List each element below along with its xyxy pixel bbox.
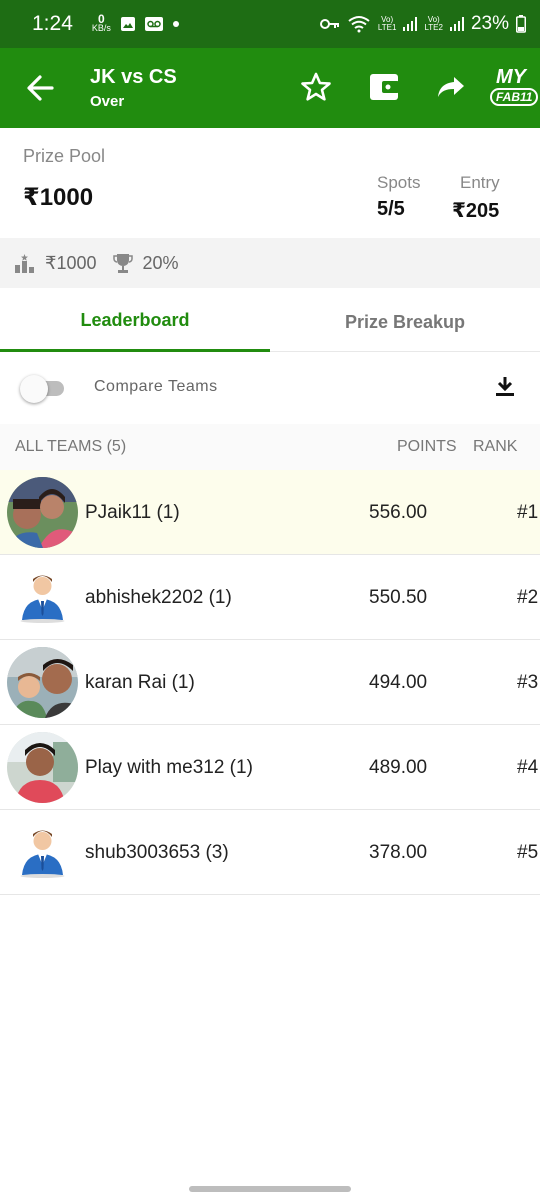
avatar <box>7 732 78 803</box>
net-speed-unit: KB/s <box>91 23 111 33</box>
entry-value: ₹205 <box>452 200 500 222</box>
leaderboard-row[interactable]: shub3003653 (3) 378.00 #5 <box>0 810 540 895</box>
winners-percent: 20% <box>142 252 179 273</box>
voicemail-icon <box>144 17 163 31</box>
avatar <box>7 817 78 888</box>
default-user-icon <box>7 817 78 888</box>
wallet-icon[interactable] <box>369 73 399 101</box>
wifi-icon <box>348 16 370 33</box>
team-points: 378.00 <box>369 842 428 863</box>
team-rank: #2 <box>517 587 539 608</box>
spots-label: Spots <box>377 173 421 192</box>
match-title: JK vs CS <box>90 66 177 88</box>
compare-teams-row: Compare Teams <box>0 358 540 420</box>
points-column-header: POINTS <box>397 438 457 455</box>
team-name: PJaik11 (1) <box>85 502 180 523</box>
avatar <box>7 477 78 548</box>
avatar <box>7 562 78 633</box>
back-arrow-icon[interactable] <box>22 72 58 104</box>
signal-icon <box>449 17 464 31</box>
contest-info-strip: ₹1000 20% <box>0 238 540 288</box>
battery-icon <box>516 15 526 33</box>
tab-bar: Leaderboard Prize Breakup <box>0 292 540 352</box>
clock: 1:24 <box>32 12 73 35</box>
status-right: Vo) LTE1 Vo) LTE2 23% <box>319 13 526 35</box>
sim2-indicator: Vo) LTE2 <box>424 15 443 32</box>
tab-prize-breakup[interactable]: Prize Breakup <box>270 292 540 352</box>
leaderboard-row[interactable]: abhishek2202 (1) 550.50 #2 <box>0 555 540 640</box>
spots-value: 5/5 <box>377 198 405 220</box>
download-icon[interactable] <box>493 375 517 399</box>
default-user-icon <box>7 562 78 633</box>
prize-pool-label: Prize Pool <box>23 146 106 166</box>
leaderboard-row[interactable]: karan Rai (1) 494.00 #3 <box>0 640 540 725</box>
team-name: abhishek2202 (1) <box>85 587 232 608</box>
sim1-label: LTE1 <box>377 23 397 32</box>
team-points: 489.00 <box>369 757 428 778</box>
share-icon[interactable] <box>436 75 466 99</box>
leaderboard-row[interactable]: PJaik11 (1) 556.00 #1 <box>0 470 540 555</box>
tab-leaderboard[interactable]: Leaderboard <box>0 292 270 352</box>
compare-teams-label: Compare Teams <box>94 378 218 395</box>
team-points: 550.50 <box>369 587 428 608</box>
all-teams-count: ALL TEAMS (5) <box>15 438 127 455</box>
podium-icon <box>15 254 34 273</box>
prize-pool-value: ₹1000 <box>23 184 94 211</box>
team-name: Play with me312 (1) <box>85 757 253 778</box>
signal-icon <box>403 17 418 31</box>
notification-dot-icon <box>172 21 179 27</box>
compare-teams-toggle[interactable] <box>20 375 64 403</box>
match-status: Over <box>90 93 125 110</box>
team-rank: #5 <box>517 842 539 863</box>
status-bar: 1:24 0 KB/s Vo) LTE1 Vo) LTE2 23% <box>0 0 540 48</box>
team-name: shub3003653 (3) <box>85 842 229 863</box>
battery-percent: 23% <box>470 13 509 34</box>
app-bar: JK vs CS Over MY FAB11 <box>0 48 540 128</box>
user-photo-icon <box>7 477 78 548</box>
star-icon[interactable] <box>300 72 332 102</box>
team-name: karan Rai (1) <box>85 672 195 693</box>
avatar <box>7 647 78 718</box>
team-rank: #1 <box>517 502 539 523</box>
team-rank: #3 <box>517 672 539 693</box>
team-points: 556.00 <box>369 502 428 523</box>
myfab11-logo: MY FAB11 <box>486 66 539 112</box>
entry-label: Entry <box>460 173 500 192</box>
leaderboard-header: ALL TEAMS (5) POINTS RANK <box>0 424 540 470</box>
logo-line2: FAB11 <box>490 88 539 106</box>
prize-card: Prize Pool ₹1000 Spots 5/5 Entry ₹205 <box>0 128 540 238</box>
team-points: 494.00 <box>369 672 428 693</box>
logo-line1: MY <box>496 66 526 88</box>
first-prize-amount: ₹1000 <box>45 252 97 273</box>
trophy-icon <box>112 254 133 273</box>
toggle-knob <box>20 375 48 403</box>
key-icon <box>319 19 339 29</box>
gesture-nav-bar[interactable] <box>189 1186 351 1192</box>
sim1-indicator: Vo) LTE1 <box>377 15 397 32</box>
status-left: 1:24 0 KB/s <box>32 12 180 36</box>
team-rank: #4 <box>517 757 539 778</box>
user-photo-icon <box>7 647 78 718</box>
user-photo-icon <box>7 732 78 803</box>
sim2-label: LTE2 <box>424 23 443 32</box>
rank-column-header: RANK <box>473 438 518 455</box>
leaderboard-row[interactable]: Play with me312 (1) 489.00 #4 <box>0 725 540 810</box>
gallery-icon <box>120 17 135 31</box>
net-speed: 0 KB/s <box>91 13 111 33</box>
